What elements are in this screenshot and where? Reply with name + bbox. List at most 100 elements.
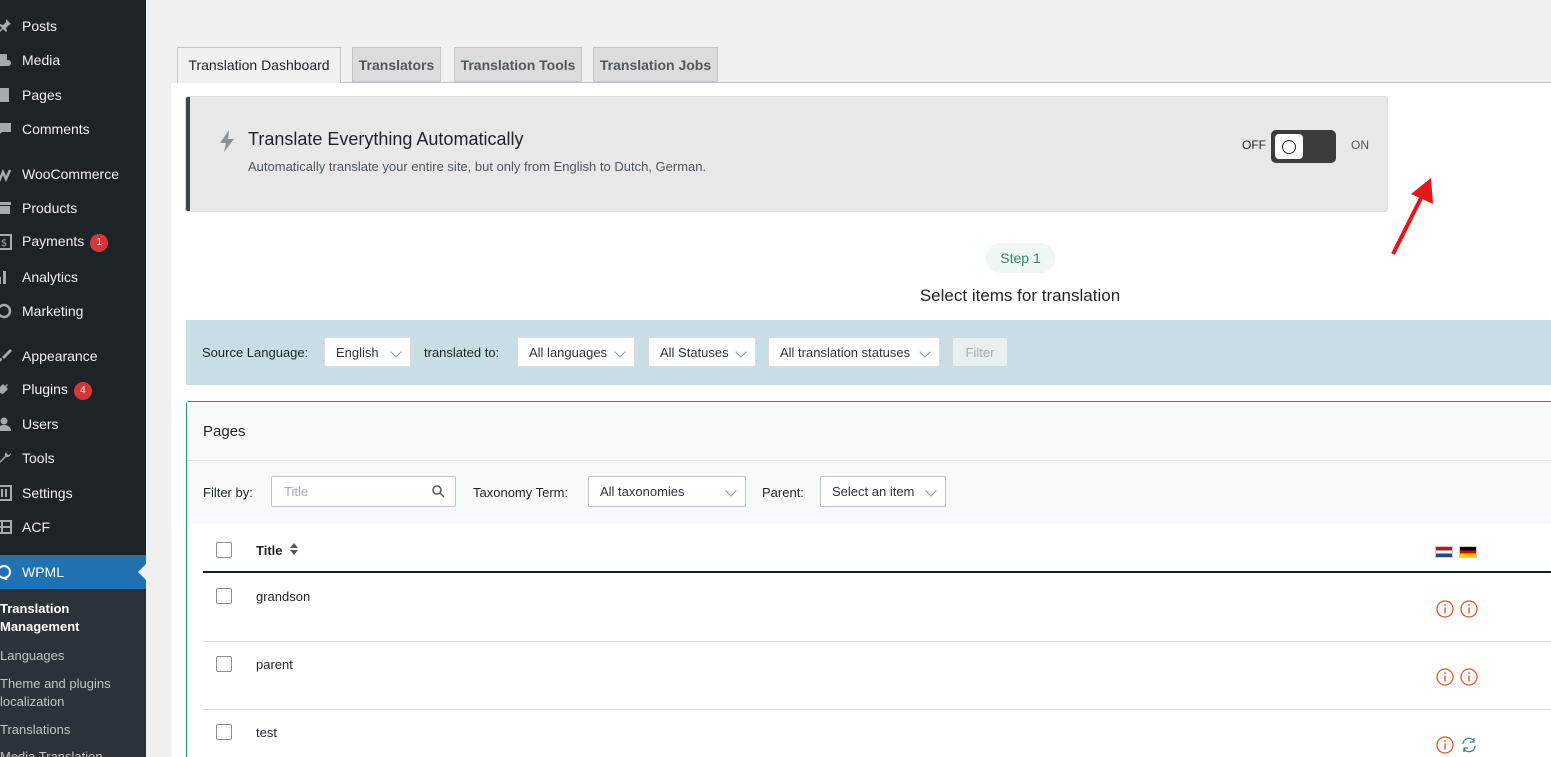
dutch-flag-icon	[1435, 546, 1453, 558]
toggle-knob	[1275, 134, 1303, 159]
pages-header: Pages	[187, 402, 1551, 461]
menu-acf[interactable]: ACF	[0, 510, 146, 544]
menu-posts[interactable]: Posts	[0, 9, 146, 43]
tab-translation-dashboard[interactable]: Translation Dashboard	[177, 47, 341, 83]
select-value: All Statuses	[660, 344, 729, 360]
menu-tools[interactable]: Tools	[0, 441, 146, 475]
menu-comments[interactable]: Comments	[0, 112, 146, 146]
tab-translation-jobs[interactable]: Translation Jobs	[593, 47, 718, 82]
chevron-down-icon	[614, 346, 626, 358]
chevron-down-icon	[725, 485, 737, 497]
status-select[interactable]: All Statuses	[648, 337, 756, 367]
submenu-translations[interactable]: Translations	[0, 721, 140, 739]
menu-payments[interactable]: $ Payments 1	[0, 225, 146, 259]
menu-woocommerce[interactable]: WooCommerce	[0, 157, 146, 191]
menu-users[interactable]: Users	[0, 407, 146, 441]
menu-label: Plugins	[22, 380, 68, 397]
main-content: Translation Dashboard Translators Transl…	[146, 0, 1551, 757]
translation-status-select[interactable]: All translation statuses	[768, 337, 940, 367]
pages-filter-row: Filter by: Title Taxonomy Term: All taxo…	[187, 462, 1551, 524]
taxonomy-select[interactable]: All taxonomies	[588, 476, 746, 507]
grid-icon	[0, 519, 12, 535]
submenu-media-translation[interactable]: Media Translation	[0, 748, 140, 757]
tab-translation-tools[interactable]: Translation Tools	[454, 47, 582, 82]
wrench-icon	[0, 450, 12, 466]
filter-button[interactable]: Filter	[952, 337, 1008, 367]
row-title[interactable]: grandson	[256, 589, 310, 604]
title-search-input[interactable]: Title	[271, 476, 456, 507]
menu-settings[interactable]: Settings	[0, 476, 146, 510]
menu-wpml[interactable]: WPML	[0, 555, 146, 589]
select-all-checkbox[interactable]	[216, 542, 232, 558]
menu-analytics[interactable]: Analytics	[0, 260, 146, 294]
svg-text:$: $	[1, 238, 7, 249]
info-icon[interactable]	[1436, 736, 1454, 754]
taxonomy-term-label: Taxonomy Term:	[473, 485, 569, 500]
parent-label: Parent:	[762, 485, 804, 500]
brush-icon	[0, 348, 12, 364]
media-icon	[0, 52, 12, 68]
select-value: All taxonomies	[600, 484, 685, 499]
user-icon	[0, 416, 12, 432]
select-value: Select an item	[832, 484, 915, 499]
parent-select[interactable]: Select an item	[820, 476, 946, 507]
pin-icon	[0, 18, 12, 34]
auto-translate-title: Translate Everything Automatically	[248, 129, 524, 149]
german-flag-icon	[1459, 546, 1477, 558]
search-icon[interactable]	[432, 485, 445, 501]
row-title[interactable]: test	[256, 725, 277, 740]
submenu-languages[interactable]: Languages	[0, 647, 140, 665]
row-checkbox[interactable]	[216, 656, 232, 672]
info-icon[interactable]	[1460, 600, 1478, 618]
step-title: Select items for translation	[919, 286, 1121, 305]
row-checkbox[interactable]	[216, 588, 232, 604]
menu-pages[interactable]: Pages	[0, 78, 146, 112]
menu-media[interactable]: Media	[0, 43, 146, 77]
woocommerce-icon	[0, 166, 12, 182]
translated-to-label: translated to:	[424, 345, 500, 360]
menu-appearance[interactable]: Appearance	[0, 339, 146, 373]
step-badge: Step 1	[986, 243, 1055, 273]
chevron-down-icon	[390, 346, 402, 358]
wpml-icon	[0, 564, 12, 580]
refresh-icon[interactable]	[1460, 736, 1478, 754]
plug-icon	[0, 382, 12, 398]
auto-translate-toggle[interactable]	[1271, 130, 1336, 163]
column-title[interactable]: Title	[256, 543, 283, 558]
pages-section: Pages Filter by: Title Taxonomy Term: Al…	[186, 401, 1551, 757]
submenu-theme-plugins-localization[interactable]: Theme and plugins localization	[0, 675, 140, 711]
language-filter-bar: Source Language: English translated to: …	[186, 320, 1551, 385]
info-icon[interactable]	[1436, 668, 1454, 686]
plugins-count-badge: 4	[73, 381, 92, 400]
payments-count-badge: 1	[90, 233, 109, 252]
sort-icon[interactable]	[289, 542, 299, 559]
menu-label: Payments	[22, 232, 85, 249]
table-row: test	[203, 710, 1551, 757]
toggle-on-label: ON	[1351, 138, 1369, 152]
table-row: grandson	[203, 574, 1551, 642]
input-placeholder: Title	[284, 484, 309, 499]
bar-chart-icon	[0, 269, 12, 285]
toggle-off-label: OFF	[1242, 138, 1266, 152]
submenu-translation-management[interactable]: Translation Management	[0, 600, 140, 636]
menu-marketing[interactable]: Marketing	[0, 294, 146, 328]
row-checkbox[interactable]	[216, 724, 232, 740]
menu-products[interactable]: Products	[0, 191, 146, 225]
annotation-arrow-icon	[1391, 178, 1433, 255]
source-language-select[interactable]: English	[324, 337, 411, 367]
info-icon[interactable]	[1460, 668, 1478, 686]
table-header: Title	[203, 524, 1551, 573]
target-language-select[interactable]: All languages	[517, 337, 635, 367]
chevron-down-icon	[925, 485, 937, 497]
auto-translate-description: Automatically translate your entire site…	[248, 159, 707, 174]
info-icon[interactable]	[1436, 600, 1454, 618]
pages-title: Pages	[203, 423, 246, 440]
lightning-icon	[218, 130, 236, 155]
table-row: parent	[203, 642, 1551, 710]
filter-by-label: Filter by:	[203, 485, 253, 500]
tab-translators[interactable]: Translators	[352, 47, 441, 82]
wpml-submenu: Translation Management Languages Theme a…	[0, 589, 146, 757]
menu-plugins[interactable]: Plugins 4	[0, 373, 146, 407]
row-title[interactable]: parent	[256, 657, 293, 672]
admin-sidebar: Posts Media Pages Comments WooCommerce P…	[0, 0, 146, 757]
